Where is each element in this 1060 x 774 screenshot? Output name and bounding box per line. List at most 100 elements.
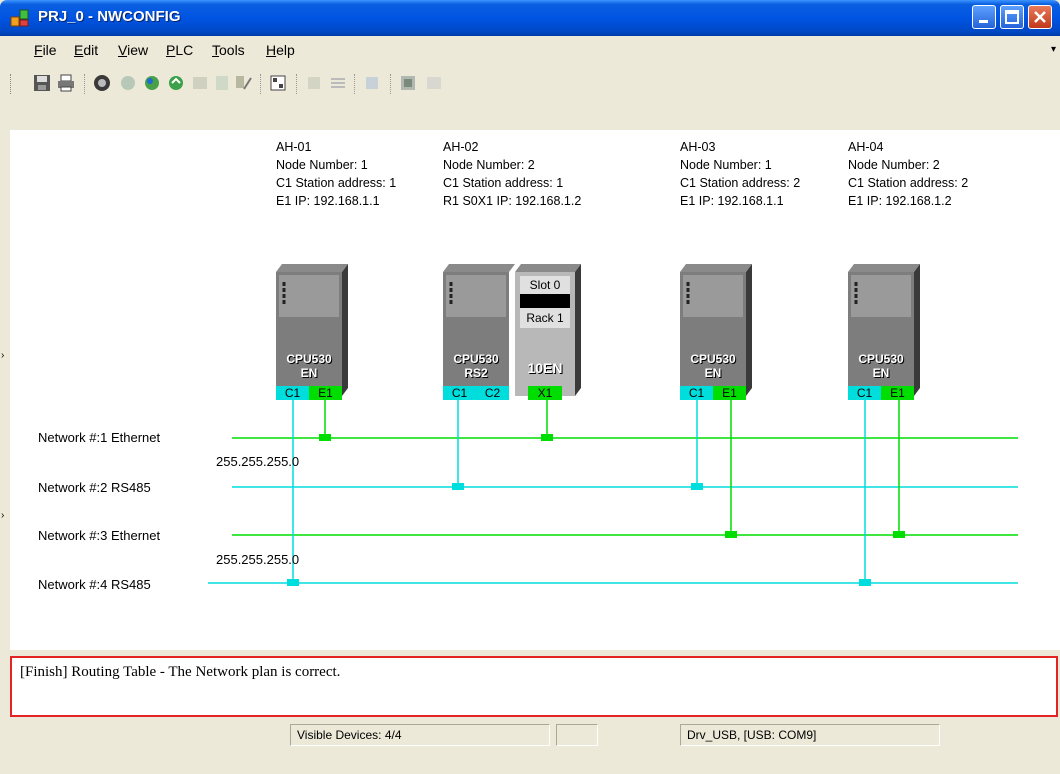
model-name: CPU530 <box>690 352 736 366</box>
connection-node <box>725 531 737 538</box>
port-c1[interactable]: C1 <box>848 386 881 400</box>
diagnose-icon[interactable] <box>362 73 382 93</box>
expand-arrow-icon[interactable]: › <box>1 510 4 521</box>
close-icon <box>1034 11 1046 23</box>
network-icon[interactable] <box>268 73 288 93</box>
menu-help[interactable]: Help <box>266 42 295 58</box>
device-info-ah-04: AH-04 Node Number: 2 C1 Station address:… <box>848 138 968 210</box>
device-name: AH-03 <box>680 140 716 154</box>
model-name: CPU530 <box>286 352 332 366</box>
network-3-label[interactable]: Network #:3 Ethernet <box>38 528 160 543</box>
port-x1[interactable]: X1 <box>528 386 562 400</box>
menu-file-accel: F <box>34 42 43 58</box>
left-collapse-strip[interactable]: › › <box>0 130 10 650</box>
connection-node <box>691 483 703 490</box>
menu-edit[interactable]: Edit <box>74 42 98 58</box>
window-icon[interactable] <box>424 73 444 93</box>
device-list-icon[interactable] <box>212 73 232 93</box>
device-node-number: Node Number: 1 <box>680 158 772 172</box>
minimize-button[interactable] <box>972 5 996 29</box>
model-variant: EN <box>300 366 318 380</box>
online-icon[interactable] <box>92 73 112 93</box>
device-ip: E1 IP: 192.168.1.2 <box>848 194 952 208</box>
window-title: PRJ_0 - NWCONFIG <box>38 8 181 25</box>
app-icon <box>10 9 29 27</box>
routing-icon[interactable] <box>304 73 324 93</box>
status-indicator <box>556 724 598 746</box>
menu-tools-rest: ools <box>219 42 245 58</box>
network-4-label[interactable]: Network #:4 RS485 <box>38 577 151 592</box>
toolbar-separator <box>354 74 356 94</box>
toolbar-separator <box>260 74 262 94</box>
port-e1[interactable]: E1 <box>713 386 746 400</box>
menu-plc-rest: LC <box>175 42 194 58</box>
module-name[interactable]: 10EN <box>515 360 575 376</box>
port-e1[interactable]: E1 <box>881 386 914 400</box>
toolbar-separator <box>296 74 298 94</box>
device-station-address: C1 Station address: 1 <box>276 176 397 190</box>
close-button[interactable] <box>1028 5 1052 29</box>
model-variant: EN <box>704 366 722 380</box>
port-c1[interactable]: C1 <box>680 386 713 400</box>
download-icon[interactable] <box>118 73 138 93</box>
menu-help-rest: elp <box>276 42 295 58</box>
port-e1[interactable]: E1 <box>309 386 342 400</box>
device-model-ah-02[interactable]: CPU530 RS2 <box>443 352 509 380</box>
menu-plc-accel: P <box>166 42 176 58</box>
compare-icon[interactable] <box>190 73 210 93</box>
device-ip: R1 S0X1 IP: 192.168.1.2 <box>443 194 582 208</box>
toolbar-separator <box>84 74 86 94</box>
menu-edit-accel: E <box>74 42 84 58</box>
network-2-label[interactable]: Network #:2 RS485 <box>38 480 151 495</box>
help-icon[interactable] <box>398 73 418 93</box>
connection-node <box>319 434 331 441</box>
maximize-button[interactable] <box>1000 5 1024 29</box>
expand-arrow-icon[interactable]: › <box>1 350 4 361</box>
model-name: CPU530 <box>453 352 499 366</box>
device-model-ah-04[interactable]: CPU530 EN <box>848 352 914 380</box>
port-c2[interactable]: C2 <box>476 386 509 400</box>
upload-icon[interactable] <box>142 73 162 93</box>
menu-edit-rest: dit <box>83 42 99 58</box>
properties-icon[interactable] <box>234 73 254 93</box>
connection-node <box>287 579 299 586</box>
message-text: [Finish] Routing Table - The Network pla… <box>20 664 341 680</box>
monitor-icon[interactable] <box>166 73 186 93</box>
network-1-label[interactable]: Network #:1 Ethernet <box>38 430 160 445</box>
menu-view[interactable]: View <box>118 42 148 58</box>
menu-view-rest: iew <box>127 42 149 58</box>
status-visible-devices: Visible Devices: 4/4 <box>290 724 550 746</box>
port-c1[interactable]: C1 <box>276 386 309 400</box>
menu-overflow-icon[interactable]: ▾ <box>1051 44 1056 55</box>
model-name: CPU530 <box>858 352 904 366</box>
device-info-ah-02: AH-02 Node Number: 2 C1 Station address:… <box>443 138 581 210</box>
device-node-number: Node Number: 1 <box>276 158 368 172</box>
device-ip: E1 IP: 192.168.1.1 <box>276 194 380 208</box>
connection-node <box>452 483 464 490</box>
model-variant: RS2 <box>464 366 488 380</box>
print-icon[interactable] <box>56 73 76 93</box>
save-icon[interactable] <box>32 73 52 93</box>
menu-tools[interactable]: Tools <box>212 42 245 58</box>
menu-file[interactable]: File <box>34 42 57 58</box>
device-station-address: C1 Station address: 2 <box>848 176 969 190</box>
title-bar[interactable]: PRJ_0 - NWCONFIG <box>0 0 1060 36</box>
device-name: AH-01 <box>276 140 312 154</box>
device-info-ah-03: AH-03 Node Number: 1 C1 Station address:… <box>680 138 800 210</box>
network-canvas[interactable]: AH-01 Node Number: 1 C1 Station address:… <box>10 130 1060 650</box>
menu-plc[interactable]: PLC <box>166 42 193 58</box>
menu-help-accel: H <box>266 42 277 58</box>
connection-node <box>893 531 905 538</box>
device-model-ah-03[interactable]: CPU530 EN <box>680 352 746 380</box>
connection-node <box>541 434 553 441</box>
app-window: PRJ_0 - NWCONFIG File Edit View PLC Tool… <box>0 0 1060 774</box>
zoom-icon[interactable] <box>328 73 348 93</box>
device-model-ah-01[interactable]: CPU530 EN <box>276 352 342 380</box>
device-station-address: C1 Station address: 2 <box>680 176 801 190</box>
menu-file-rest: ile <box>42 42 57 58</box>
port-c1[interactable]: C1 <box>443 386 476 400</box>
toolbar-grip[interactable] <box>10 74 14 94</box>
menu-view-accel: V <box>118 42 128 58</box>
minimize-icon <box>979 20 988 23</box>
device-station-address: C1 Station address: 1 <box>443 176 564 190</box>
